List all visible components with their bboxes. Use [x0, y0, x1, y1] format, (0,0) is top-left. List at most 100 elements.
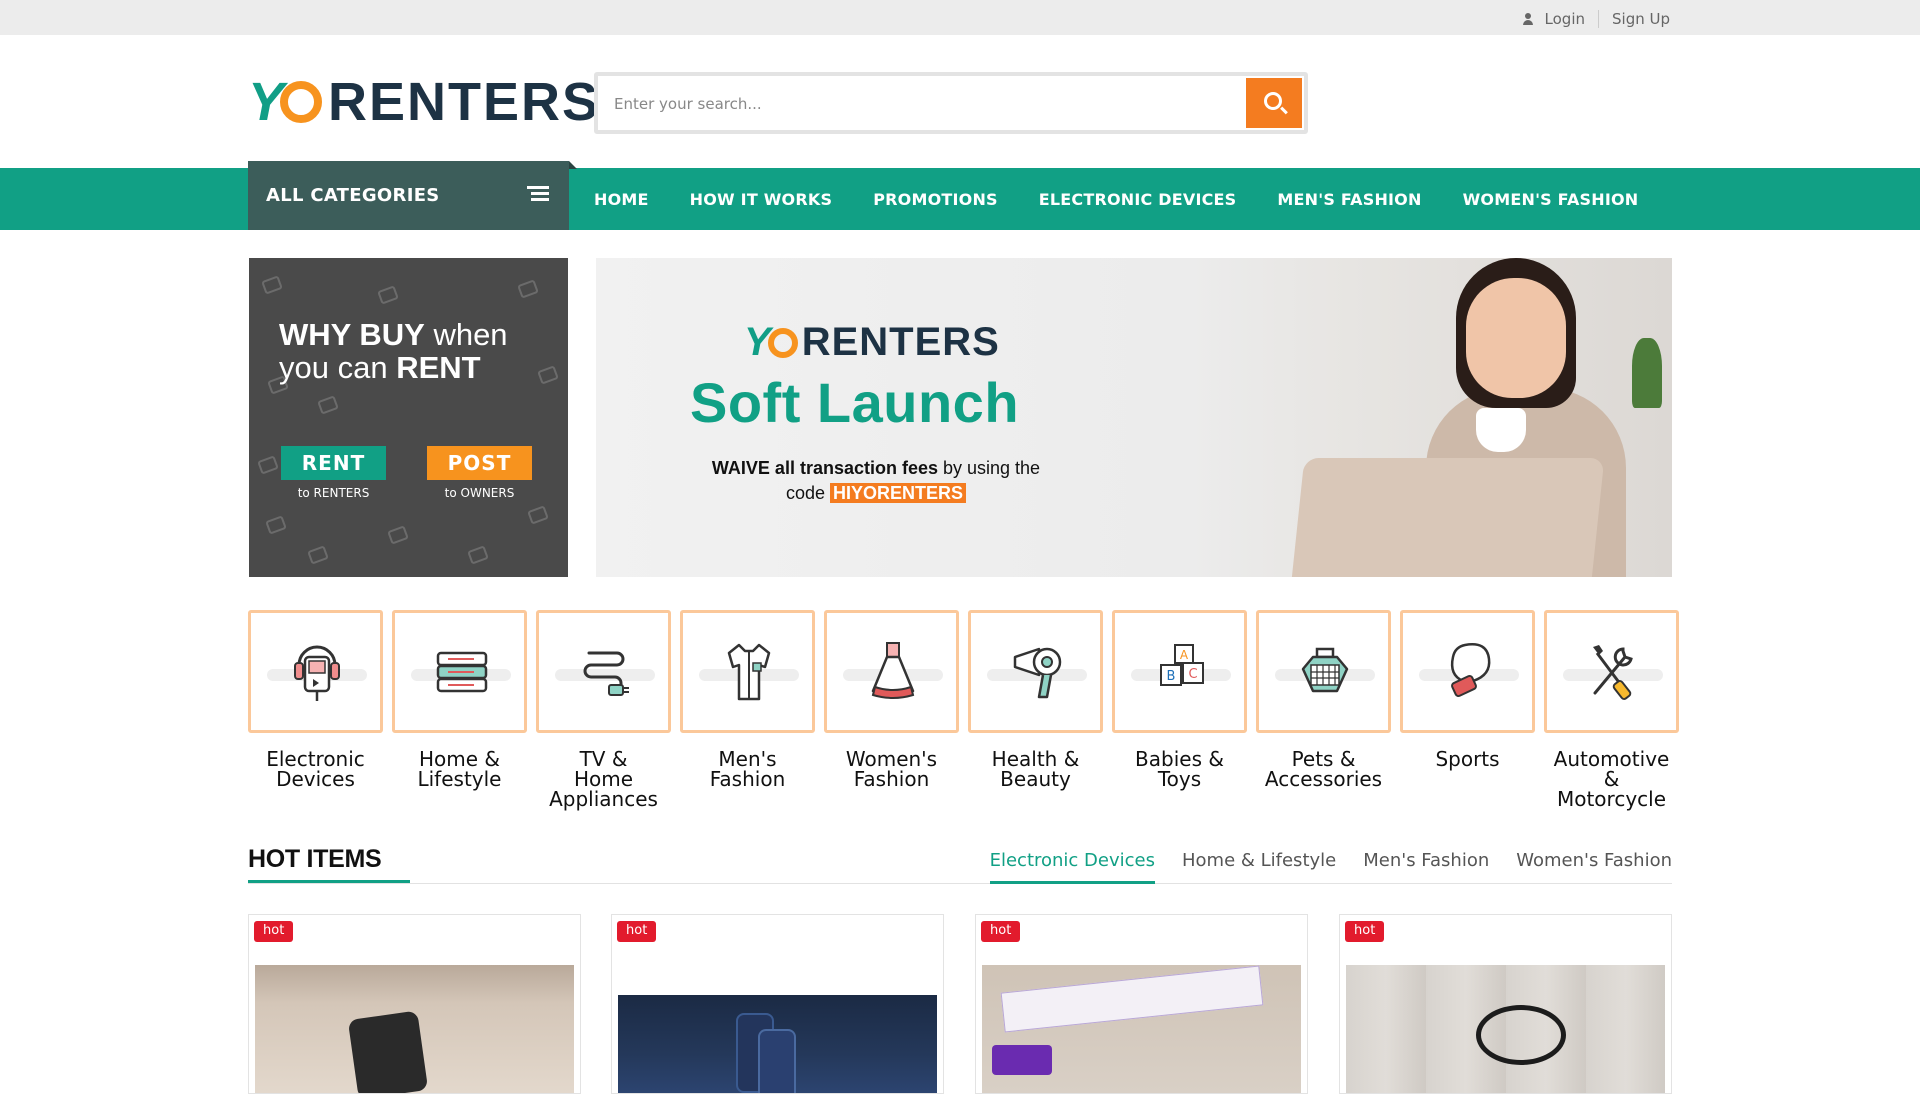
books-icon: [436, 651, 488, 693]
search-input[interactable]: [614, 89, 1214, 119]
promo-headline: WHY BUY when you can RENT: [279, 317, 508, 385]
all-categories-label: ALL CATEGORIES: [266, 185, 440, 206]
tab-womens-fashion[interactable]: Women's Fashion: [1516, 850, 1672, 884]
category-label: Women's Fashion: [845, 747, 938, 791]
banner-logo: Y RENTERS: [744, 320, 1000, 364]
hot-badge: hot: [1345, 921, 1385, 942]
cable-image: [1476, 1005, 1566, 1065]
category-sports[interactable]: Sports: [1400, 610, 1535, 769]
product-card[interactable]: hot: [611, 914, 944, 1094]
search-button[interactable]: [1246, 78, 1302, 128]
category-tile: [536, 610, 671, 733]
page: Login Sign Up Y RENTERS ALL CATEGORIES H…: [0, 0, 1920, 1094]
category-tile: [968, 610, 1103, 733]
category-mens-fashion[interactable]: Men's Fashion: [680, 610, 815, 789]
nav-item-womens-fashion[interactable]: WOMEN'S FASHION: [1463, 190, 1639, 209]
category-label: Electronic Devices: [266, 747, 365, 791]
product-image: [618, 995, 937, 1093]
login-link[interactable]: Login: [1545, 10, 1585, 28]
dress-icon: [871, 642, 915, 699]
category-tile: [824, 610, 959, 733]
hot-badge: hot: [254, 921, 294, 942]
why-buy-promo[interactable]: WHY BUY when you can RENT RENT to RENTER…: [249, 258, 568, 577]
hair-dryer-icon: [1013, 647, 1062, 699]
hot-badge: hot: [617, 921, 657, 942]
laptop-image: [1287, 458, 1605, 577]
product-image: [1346, 965, 1665, 1093]
category-electronic-devices[interactable]: Electronic Devices: [248, 610, 383, 789]
action-camera-image: [347, 1010, 429, 1093]
product-card[interactable]: hot: [248, 914, 581, 1094]
purple-item-image: [992, 1045, 1052, 1075]
divider: [1598, 10, 1599, 28]
signup-link[interactable]: Sign Up: [1612, 10, 1670, 28]
nav-item-promotions[interactable]: PROMOTIONS: [873, 190, 998, 209]
category-tile: [248, 610, 383, 733]
category-health-beauty[interactable]: Health & Beauty: [968, 610, 1103, 789]
hot-items-title-underline: [248, 880, 410, 883]
tab-electronic-devices[interactable]: Electronic Devices: [989, 850, 1155, 884]
nav-item-mens-fashion[interactable]: MEN'S FASHION: [1277, 190, 1421, 209]
shirt-icon: [727, 643, 771, 701]
logo-text: RENTERS: [328, 72, 601, 132]
hot-items-title: HOT ITEMS: [248, 845, 382, 873]
account-links: Login Sign Up: [1522, 10, 1670, 28]
category-label: TV & Home Appliances: [549, 747, 658, 811]
nav-item-electronic-devices[interactable]: ELECTRONIC DEVICES: [1039, 190, 1237, 209]
product-card[interactable]: hot: [975, 914, 1308, 1094]
category-tile: [1256, 610, 1391, 733]
site-logo[interactable]: Y RENTERS: [248, 72, 600, 132]
category-home-lifestyle[interactable]: Home & Lifestyle: [392, 610, 527, 789]
pet-carrier-icon: [1301, 647, 1349, 693]
category-pets-accessories[interactable]: Pets & Accessories: [1256, 610, 1391, 789]
product-card[interactable]: hot: [1339, 914, 1672, 1094]
nav-item-home[interactable]: HOME: [594, 190, 649, 209]
svg-text:A: A: [1180, 648, 1189, 662]
svg-text:B: B: [1167, 669, 1176, 684]
category-label: Pets & Accessories: [1264, 747, 1383, 791]
category-tile: A B C: [1112, 610, 1247, 733]
svg-text:C: C: [1188, 667, 1197, 682]
phone-image: [758, 1029, 796, 1093]
mug-image: [1476, 408, 1526, 452]
banner-title: Soft Launch: [690, 371, 1020, 434]
banner-promo-text: WAIVE all transaction fees by using the …: [711, 458, 1041, 503]
nav-items: HOME HOW IT WORKS PROMOTIONS ELECTRONIC …: [594, 168, 1679, 230]
category-tv-home-appliances[interactable]: TV & Home Appliances: [536, 610, 671, 809]
menu-icon: [527, 186, 549, 202]
category-label: Babies & Toys: [1135, 747, 1224, 791]
all-categories-button[interactable]: ALL CATEGORIES: [248, 161, 577, 230]
category-label: Health & Beauty: [991, 747, 1080, 791]
category-tile: [1544, 610, 1679, 733]
category-tile: [392, 610, 527, 733]
category-babies-toys[interactable]: A B C Babies & Toys: [1112, 610, 1247, 789]
boxing-glove-icon: [1450, 643, 1491, 698]
search-icon: [1264, 92, 1282, 110]
post-button[interactable]: POST: [427, 446, 532, 480]
plug-icon: [583, 651, 629, 696]
category-womens-fashion[interactable]: Women's Fashion: [824, 610, 959, 789]
tab-mens-fashion[interactable]: Men's Fashion: [1363, 850, 1489, 884]
category-label: Home & Lifestyle: [417, 747, 502, 791]
tab-home-lifestyle[interactable]: Home & Lifestyle: [1182, 850, 1336, 884]
woman-face-image: [1466, 278, 1566, 398]
curling-iron-box-image: [1000, 965, 1264, 1033]
post-sublabel: to OWNERS: [444, 486, 515, 500]
media-player-icon: [294, 645, 340, 701]
tools-icon: [1593, 645, 1633, 700]
category-tile: [1400, 610, 1535, 733]
top-bar: Login Sign Up: [0, 0, 1920, 35]
rent-button[interactable]: RENT: [281, 446, 386, 480]
category-label: Sports: [1435, 747, 1500, 771]
nav-item-how-it-works[interactable]: HOW IT WORKS: [690, 190, 833, 209]
promo-code: HIYORENTERS: [830, 483, 967, 503]
category-tile: [680, 610, 815, 733]
hero-banner[interactable]: Y RENTERS Soft Launch WAIVE all transacti…: [596, 258, 1672, 577]
logo-o-ring: [280, 81, 323, 123]
category-label: Automotive & Motorcycle: [1553, 747, 1670, 811]
hot-items-tabs: Electronic Devices Home & Lifestyle Men'…: [963, 850, 1672, 884]
category-grid: Electronic Devices Home & Lifestyle TV &…: [248, 610, 1679, 820]
category-automotive-motorcycle[interactable]: Automotive & Motorcycle: [1544, 610, 1679, 809]
product-image: [982, 965, 1301, 1093]
user-icon: [1522, 13, 1533, 25]
